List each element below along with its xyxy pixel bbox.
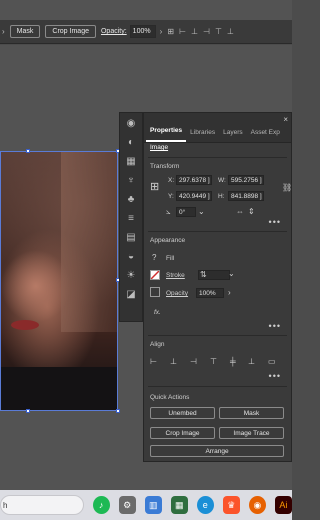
transparency-icon[interactable]: ◒ xyxy=(124,250,138,264)
image-trace-button[interactable]: Image Trace xyxy=(219,427,284,439)
tab-properties[interactable]: Properties xyxy=(146,127,187,142)
align-left-icon[interactable]: ⊢ xyxy=(179,27,186,36)
settings-icon[interactable]: ⚙ xyxy=(118,496,136,514)
graphic-styles-icon[interactable]: ◪ xyxy=(124,288,138,302)
appearance-icon[interactable]: ☀ xyxy=(124,269,138,283)
close-panel-icon[interactable]: × xyxy=(283,115,288,124)
taskbar-search[interactable]: h xyxy=(0,495,84,515)
flip-horizontal-icon[interactable]: ⇔ xyxy=(236,207,244,216)
image-hair-region xyxy=(61,152,117,332)
properties-panel: Properties Libraries Layers Asset Exp × … xyxy=(143,112,292,462)
rotate-dropdown-icon[interactable]: ⌄ xyxy=(198,207,205,216)
opacity-label[interactable]: Opacity: xyxy=(101,28,127,35)
rotate-field[interactable]: 0° xyxy=(176,207,196,217)
color-guide-icon[interactable]: ◐ xyxy=(124,136,138,150)
spotify-icon[interactable]: ♪ xyxy=(92,496,110,514)
w-field[interactable]: 595.2756 ] xyxy=(228,175,264,185)
object-type-label: Image xyxy=(150,144,169,151)
selection-handle[interactable] xyxy=(26,409,30,413)
stroke-stepper-icon[interactable]: ⇅ xyxy=(200,270,207,279)
image-lips-region xyxy=(11,320,39,330)
opacity-arrow-icon[interactable]: › xyxy=(228,288,231,297)
tab-asset-export[interactable]: Asset Exp xyxy=(247,129,284,142)
fill-label: Fill xyxy=(166,255,175,262)
align-grid-icon[interactable]: ⊞ xyxy=(167,27,174,36)
align-center-icon[interactable]: ⊥ xyxy=(191,27,198,36)
arrange-button[interactable]: Arrange xyxy=(150,445,284,457)
brave-icon[interactable]: ♛ xyxy=(222,496,240,514)
transform-title: Transform xyxy=(150,163,180,170)
control-bar: › Mask Crop Image Opacity: 100% › ⊞ ⊢ ⊥ … xyxy=(0,20,292,44)
fx-button[interactable]: fx. xyxy=(154,309,161,316)
stroke-swatch[interactable] xyxy=(150,270,160,280)
mask-quick-button[interactable]: Mask xyxy=(219,407,284,419)
flip-vertical-icon[interactable]: ⇕ xyxy=(248,207,255,216)
appearance-opacity-field[interactable]: 100% xyxy=(196,288,224,298)
illustrator-icon[interactable]: Ai xyxy=(274,496,292,514)
align-middle-icon[interactable]: ⊥ xyxy=(227,27,234,36)
app-icon[interactable]: ▦ xyxy=(170,496,188,514)
tab-layers[interactable]: Layers xyxy=(219,129,247,142)
top-strip xyxy=(0,0,292,20)
firefox-icon[interactable]: ◉ xyxy=(248,496,266,514)
selection-handle[interactable] xyxy=(116,409,120,413)
opacity-swatch[interactable] xyxy=(150,287,160,297)
panel-dock-icons: ◉ ◐ ▦ ♆ ♣ ≡ ▤ ◒ ☀ ◪ xyxy=(119,112,143,322)
align-top-icon[interactable]: ⊤ xyxy=(215,27,222,36)
align-title: Align xyxy=(150,341,165,348)
divider xyxy=(148,231,287,232)
appearance-title: Appearance xyxy=(150,237,186,244)
x-field[interactable]: 297.6378 ] xyxy=(176,175,212,185)
align-top-edge-icon[interactable]: ⊤ xyxy=(210,357,217,366)
edge-icon[interactable]: e xyxy=(196,496,214,514)
x-label: X: xyxy=(168,177,175,184)
transform-more-options[interactable]: ••• xyxy=(269,217,281,227)
h-field[interactable]: 841.8898 ] xyxy=(228,191,264,201)
appearance-opacity-label[interactable]: Opacity xyxy=(166,290,188,297)
y-label: Y: xyxy=(168,193,174,200)
symbols-icon[interactable]: ♣ xyxy=(124,193,138,207)
windows-taskbar: h ♪ ⚙ ▥ ▦ e ♛ ◉ Ai xyxy=(0,490,292,520)
stroke-label[interactable]: Stroke xyxy=(166,272,185,279)
align-right-edge-icon[interactable]: ⊣ xyxy=(190,357,197,366)
tab-libraries[interactable]: Libraries xyxy=(186,129,219,142)
swatches-icon[interactable]: ▦ xyxy=(124,155,138,169)
stroke-dropdown-icon[interactable]: ⌄ xyxy=(228,269,235,278)
gradient-icon[interactable]: ▤ xyxy=(124,231,138,245)
divider xyxy=(148,335,287,336)
y-field[interactable]: 420.9449 ] xyxy=(176,191,212,201)
stroke-icon[interactable]: ≡ xyxy=(124,212,138,226)
image-shirt-region xyxy=(1,367,117,410)
opacity-field[interactable]: 100% xyxy=(129,25,156,38)
h-label: H: xyxy=(218,193,225,200)
selection-handle[interactable] xyxy=(26,149,30,153)
align-bottom-edge-icon[interactable]: ⊥ xyxy=(248,357,255,366)
appearance-more-options[interactable]: ••• xyxy=(269,321,281,331)
chevron-left-icon[interactable]: › xyxy=(2,27,5,36)
align-horizontal-center-icon[interactable]: ⊥ xyxy=(170,357,177,366)
constrain-proportions-icon[interactable]: ⛓ xyxy=(282,183,292,192)
palette-icon[interactable]: ◉ xyxy=(124,117,138,131)
chevron-right-icon[interactable]: › xyxy=(160,27,163,36)
align-more-options[interactable]: ••• xyxy=(269,371,281,381)
divider xyxy=(148,386,287,387)
fill-help-icon[interactable]: ? xyxy=(152,253,156,262)
files-icon[interactable]: ▥ xyxy=(144,496,162,514)
quick-actions-title: Quick Actions xyxy=(150,394,190,401)
brushes-icon[interactable]: ♆ xyxy=(124,174,138,188)
crop-image-quick-button[interactable]: Crop Image xyxy=(150,427,215,439)
align-to-icon[interactable]: ▭ xyxy=(268,357,276,366)
unembed-button[interactable]: Unembed xyxy=(150,407,215,419)
placed-image[interactable] xyxy=(0,151,118,411)
panel-tabs: Properties Libraries Layers Asset Exp xyxy=(144,113,291,143)
rotate-icon[interactable]: ⦣ xyxy=(166,207,171,217)
mask-button[interactable]: Mask xyxy=(9,25,41,38)
crop-image-button[interactable]: Crop Image xyxy=(45,25,96,38)
align-vertical-center-icon[interactable]: ╪ xyxy=(230,357,236,366)
align-left-edge-icon[interactable]: ⊢ xyxy=(150,357,157,366)
reference-point-icon[interactable]: ⊞ xyxy=(150,180,159,193)
align-right-icon[interactable]: ⊣ xyxy=(203,27,210,36)
divider xyxy=(148,157,287,158)
w-label: W: xyxy=(218,177,226,184)
